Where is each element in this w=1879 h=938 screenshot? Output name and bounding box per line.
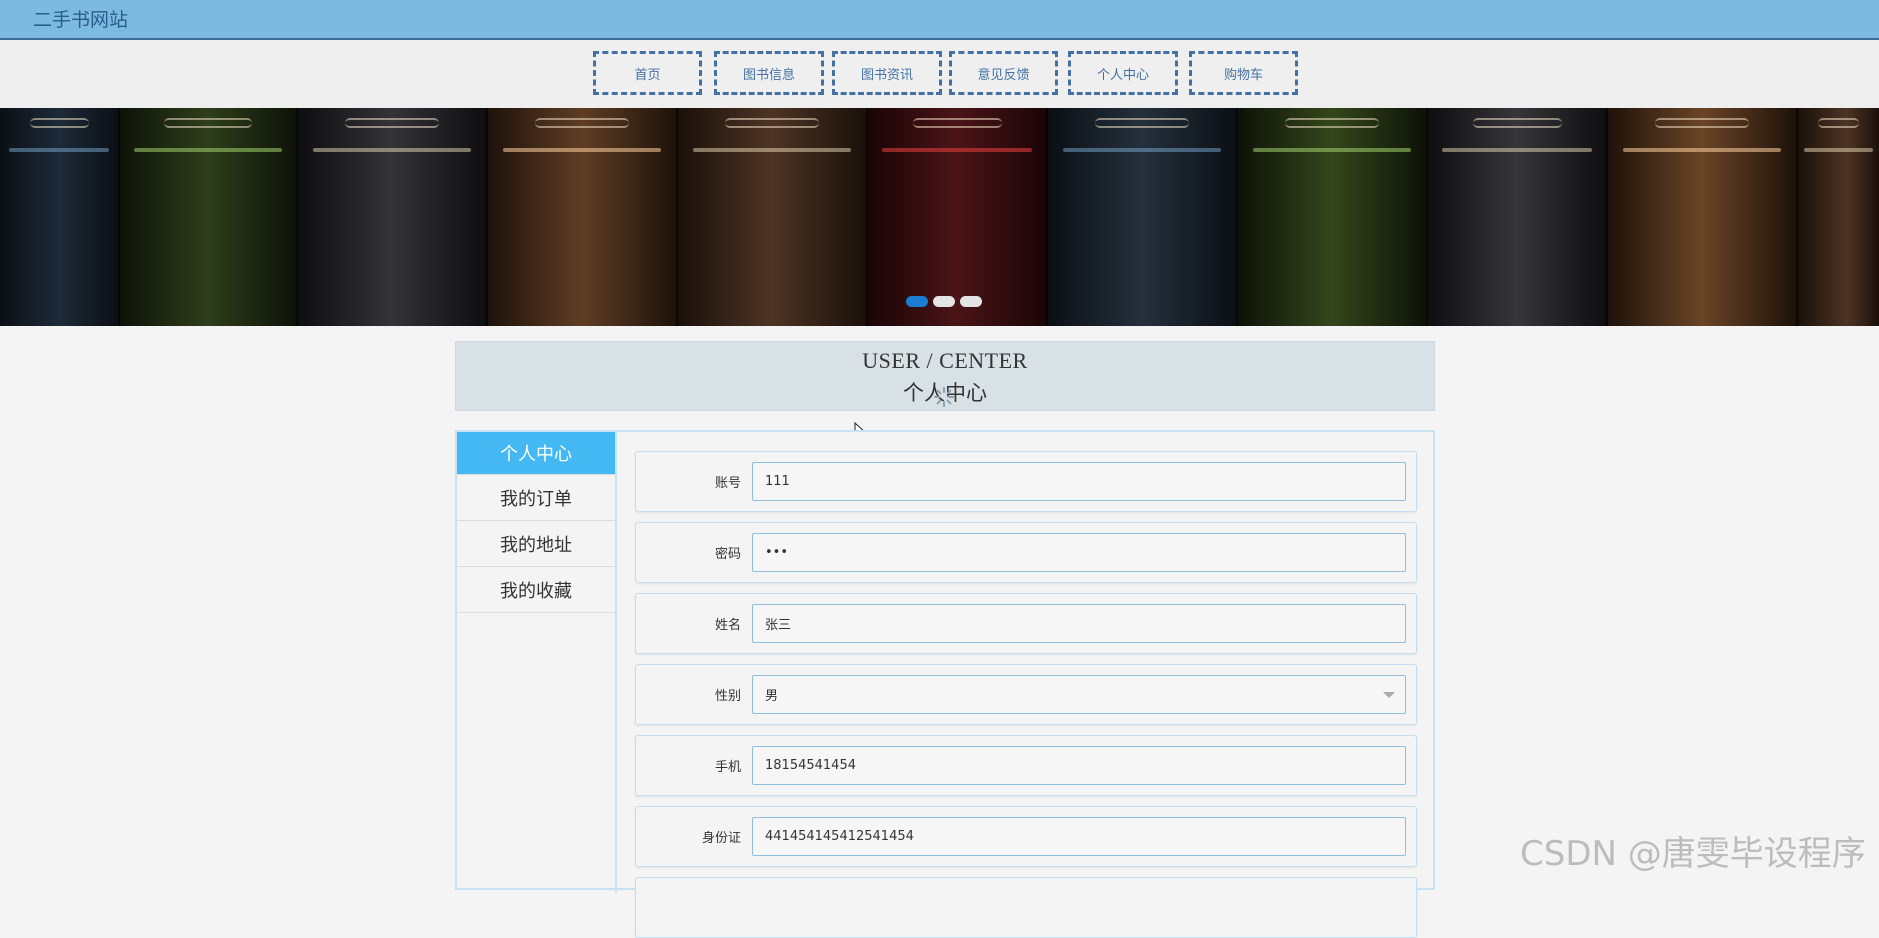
nav-feedback[interactable]: 意见反馈 — [949, 51, 1058, 95]
watermark: CSDN @唐雯毕设程序 — [1520, 834, 1866, 874]
carousel-dot-3[interactable] — [960, 296, 982, 307]
form-row-name: 姓名 张三 — [635, 593, 1417, 654]
sidebar-item-orders[interactable]: 我的订单 — [457, 475, 615, 521]
book-spine — [1798, 108, 1879, 326]
book-spine — [1048, 108, 1238, 326]
gender-label: 性别 — [714, 689, 741, 704]
site-title[interactable]: 二手书网站 — [33, 5, 128, 32]
name-label: 姓名 — [714, 618, 741, 633]
book-spine — [678, 108, 868, 326]
gender-select-value: 男 — [765, 689, 779, 704]
book-spine — [0, 108, 120, 326]
phone-label: 手机 — [714, 760, 741, 775]
form-row-password: 密码 ••• — [635, 522, 1417, 583]
name-input[interactable]: 张三 — [752, 604, 1406, 643]
user-center-panel: 个人中心 我的订单 我的地址 我的收藏 账号 111 密码 ••• 姓名 张三 … — [455, 430, 1435, 938]
sidebar-item-favorites[interactable]: 我的收藏 — [457, 567, 615, 613]
top-bar: 二手书网站 — [0, 0, 1879, 40]
user-sidebar: 个人中心 我的订单 我的地址 我的收藏 — [457, 432, 617, 892]
book-spine — [488, 108, 678, 326]
form-row-next — [635, 877, 1417, 938]
book-spine — [120, 108, 298, 326]
book-spine — [1608, 108, 1798, 326]
banner-carousel[interactable] — [0, 108, 1879, 326]
nav-home[interactable]: 首页 — [593, 51, 702, 95]
gender-select[interactable]: 男 — [752, 675, 1406, 714]
section-title-en: USER / CENTER — [862, 348, 1028, 373]
nav-book-news[interactable]: 图书资讯 — [832, 51, 942, 95]
phone-input[interactable]: 18154541454 — [752, 746, 1406, 785]
account-input[interactable]: 111 — [752, 462, 1406, 501]
account-label: 账号 — [714, 476, 741, 491]
carousel-indicators — [906, 296, 987, 308]
sidebar-item-address[interactable]: 我的地址 — [457, 521, 615, 567]
book-spine — [1238, 108, 1428, 326]
book-spine — [868, 108, 1048, 326]
id-card-label: 身份证 — [701, 831, 741, 846]
form-row-account: 账号 111 — [635, 451, 1417, 512]
nav-user-center[interactable]: 个人中心 — [1068, 51, 1178, 95]
chevron-down-icon — [1383, 692, 1395, 698]
form-row-gender: 性别 男 — [635, 664, 1417, 725]
loading-spinner-icon — [934, 387, 954, 407]
carousel-dot-1[interactable] — [906, 296, 928, 307]
book-spine — [1428, 108, 1608, 326]
form-row-phone: 手机 18154541454 — [635, 735, 1417, 796]
nav-book-info[interactable]: 图书信息 — [714, 51, 824, 95]
main-nav: 首页 图书信息 图书资讯 意见反馈 个人中心 购物车 — [0, 40, 1879, 108]
carousel-dot-2[interactable] — [933, 296, 955, 307]
nav-cart[interactable]: 购物车 — [1189, 51, 1298, 95]
sidebar-item-user-center[interactable]: 个人中心 — [457, 432, 615, 475]
password-label: 密码 — [714, 547, 741, 562]
id-card-input[interactable]: 441454145412541454 — [752, 817, 1406, 856]
form-row-id-card: 身份证 441454145412541454 — [635, 806, 1417, 867]
book-spine — [298, 108, 488, 326]
password-input[interactable]: ••• — [752, 533, 1406, 572]
